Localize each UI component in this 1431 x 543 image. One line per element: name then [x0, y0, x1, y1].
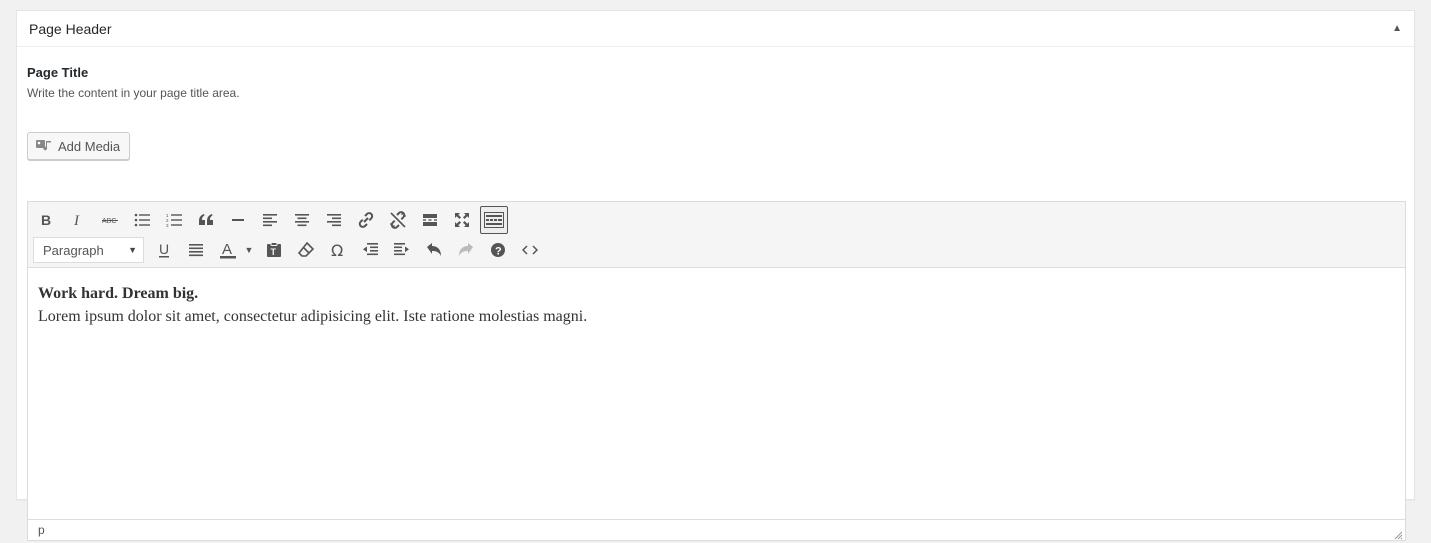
- horizontal-line-icon[interactable]: [224, 206, 252, 234]
- chevron-down-icon: ▼: [128, 245, 137, 255]
- format-select-value: Paragraph: [43, 242, 104, 258]
- remove-link-icon[interactable]: [384, 206, 412, 234]
- svg-text:ABC: ABC: [102, 218, 116, 225]
- element-path[interactable]: p: [38, 523, 45, 537]
- metabox-body: Page Title Write the content in your pag…: [17, 65, 1414, 541]
- svg-text:Ω: Ω: [331, 242, 343, 258]
- editor-statusbar: p: [28, 519, 1405, 540]
- format-select[interactable]: Paragraph ▼: [33, 237, 144, 263]
- content-paragraph[interactable]: Lorem ipsum dolor sit amet, consectetur …: [38, 308, 1395, 326]
- add-media-label: Add Media: [58, 138, 121, 154]
- blockquote-icon[interactable]: [192, 206, 220, 234]
- outdent-icon[interactable]: [356, 236, 384, 264]
- metabox-title: Page Header: [29, 20, 112, 37]
- wysiwyg-editor: B I ABC 123 Paragraph ▼ U A ▼ T Ω ? Work…: [27, 201, 1406, 541]
- undo-icon[interactable]: [420, 236, 448, 264]
- indent-icon[interactable]: [388, 236, 416, 264]
- special-character-icon[interactable]: Ω: [324, 236, 352, 264]
- fullscreen-icon[interactable]: [448, 206, 476, 234]
- toolbar-toggle-icon[interactable]: [480, 206, 508, 234]
- media-icon: [36, 138, 52, 154]
- justify-icon[interactable]: [182, 236, 210, 264]
- insert-link-icon[interactable]: [352, 206, 380, 234]
- content-heading[interactable]: Work hard. Dream big.: [38, 285, 1395, 303]
- page-header-metabox: Page Header ▲ Page Title Write the conte…: [16, 10, 1415, 541]
- svg-text:U: U: [159, 242, 169, 257]
- svg-text:A: A: [222, 241, 232, 258]
- svg-text:B: B: [41, 213, 51, 227]
- code-icon[interactable]: [516, 236, 544, 264]
- svg-text:3: 3: [166, 223, 169, 227]
- align-center-icon[interactable]: [288, 206, 316, 234]
- field-label: Page Title: [27, 65, 89, 80]
- strikethrough-icon[interactable]: ABC: [96, 206, 124, 234]
- underline-icon[interactable]: U: [150, 236, 178, 264]
- bold-icon[interactable]: B: [32, 206, 60, 234]
- toolbar-row-1: B I ABC 123: [32, 206, 512, 234]
- svg-text:?: ?: [495, 245, 502, 257]
- collapse-toggle-icon[interactable]: ▲: [1392, 23, 1404, 34]
- italic-icon[interactable]: I: [64, 206, 92, 234]
- align-left-icon[interactable]: [256, 206, 284, 234]
- svg-text:T: T: [271, 247, 277, 257]
- redo-icon[interactable]: [452, 236, 480, 264]
- editor-toolbar: B I ABC 123 Paragraph ▼ U A ▼ T Ω ?: [28, 202, 1405, 268]
- svg-text:I: I: [73, 213, 80, 227]
- resize-handle-icon[interactable]: [1394, 529, 1403, 540]
- read-more-icon[interactable]: [416, 206, 444, 234]
- align-right-icon[interactable]: [320, 206, 348, 234]
- editor-content[interactable]: Work hard. Dream big. Lorem ipsum dolor …: [28, 268, 1405, 519]
- help-icon[interactable]: ?: [484, 236, 512, 264]
- field-description: Write the content in your page title are…: [27, 86, 240, 100]
- numbered-list-icon[interactable]: 123: [160, 206, 188, 234]
- bullet-list-icon[interactable]: [128, 206, 156, 234]
- add-media-button[interactable]: Add Media: [27, 132, 130, 160]
- toolbar-row-2: Paragraph ▼ U A ▼ T Ω ?: [32, 236, 548, 264]
- clear-formatting-icon[interactable]: [292, 236, 320, 264]
- text-color-dropdown-icon[interactable]: ▼: [242, 236, 256, 264]
- text-color-icon[interactable]: A: [214, 236, 242, 264]
- metabox-header[interactable]: Page Header ▲: [17, 11, 1414, 47]
- paste-as-text-icon[interactable]: T: [260, 236, 288, 264]
